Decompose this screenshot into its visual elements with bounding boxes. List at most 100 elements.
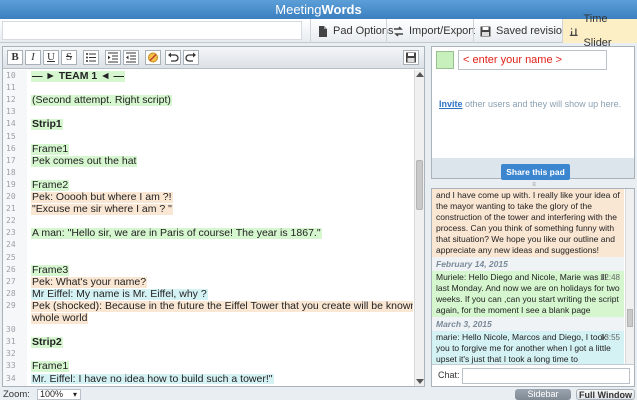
time-slider-button[interactable]: Time Slider (562, 13, 637, 49)
editor-line: 24 (3, 240, 413, 251)
scroll-up-icon[interactable] (416, 72, 424, 77)
chat-scroll-thumb[interactable] (627, 309, 633, 327)
strikethrough-button[interactable]: S (61, 50, 77, 65)
chat-resize-grip[interactable]: ≡ (432, 182, 636, 188)
indent-icon (108, 52, 118, 63)
line-text: Frame1 (31, 360, 70, 373)
chat-date-header: March 3, 2015 (432, 317, 624, 331)
outdent-icon (126, 52, 136, 63)
pad-title-field[interactable] (2, 21, 302, 40)
user-color-swatch[interactable] (436, 51, 454, 69)
line-number: 15 (6, 131, 16, 141)
chat-panel: ≡ and I have come up with. I really like… (431, 182, 635, 387)
bullet-list-button[interactable] (83, 50, 99, 65)
line-text: Strip2 (31, 336, 63, 349)
swap-arrows-icon (394, 25, 403, 37)
chat-timestamp: 12:48 (599, 273, 620, 282)
full-window-button[interactable]: Full Window (576, 389, 635, 400)
line-number: 28 (6, 288, 16, 298)
line-number: 20 (6, 192, 16, 201)
import-export-button[interactable]: Import/Export (386, 19, 481, 43)
clear-authorship-icon (148, 52, 158, 63)
editor-line: 22 (3, 216, 413, 227)
line-number: 30 (6, 325, 16, 335)
bullet-list-icon (86, 53, 96, 62)
editor-line: 34 Mr. Eiffel: I have no idea how to buil… (3, 373, 413, 385)
pad-options-label: Pad Options (333, 25, 394, 37)
line-text: Pek comes out the hat (31, 154, 138, 167)
line-text: Frame3 (31, 263, 70, 276)
pad-editor: B I U S 10 — ► TEAM 1 ◄ — 11 12 (Second atte… (2, 46, 425, 387)
app-title-part2: Words (321, 2, 362, 17)
line-number: 17 (6, 155, 16, 165)
italic-button[interactable]: I (25, 50, 41, 65)
undo-button[interactable] (165, 50, 181, 65)
sidebar-button[interactable]: Sidebar (515, 389, 571, 400)
editor-text-area[interactable]: 10 — ► TEAM 1 ◄ — 11 12 (Second attempt. Rig… (3, 70, 413, 386)
bold-button[interactable]: B (7, 50, 23, 65)
save-revision-button[interactable] (403, 50, 419, 65)
editor-line: 14 Strip1 (3, 119, 413, 131)
editor-scrollbar[interactable] (414, 70, 424, 386)
scroll-down-icon[interactable] (416, 379, 424, 384)
clear-authorship-button[interactable] (145, 50, 161, 65)
editor-line: 27 Pek: What's your name? (3, 275, 413, 288)
line-number: 14 (6, 119, 16, 129)
chat-label: Chat: (438, 370, 460, 380)
username-input[interactable]: < enter your name > (458, 50, 607, 70)
line-number: 11 (6, 83, 16, 93)
line-text: Pek: Ooooh but where I am ?! (31, 191, 173, 203)
editor-line: 13 (3, 107, 413, 118)
line-text: Pek: What's your name? (31, 275, 148, 288)
editor-line: 23 A man: "Hello sir, we are in Paris of… (3, 228, 413, 240)
outdent-button[interactable] (123, 50, 139, 65)
line-number: 21 (6, 204, 16, 214)
editor-line: 28 Mr Eiffel: My name is Mr. Eiffel, why … (3, 287, 413, 300)
invite-text: Invite other users and they will show up… (439, 99, 621, 109)
chat-date-header: February 14, 2015 (432, 257, 624, 271)
chat-message: 13:55 marie: Hello Nicole, Marcos and Die… (432, 331, 624, 364)
line-number: 24 (6, 240, 16, 250)
document-icon (319, 25, 327, 37)
invite-link[interactable]: Invite (439, 99, 463, 109)
line-text: whole world (31, 312, 89, 324)
app-title-part1: Meeting (275, 2, 322, 17)
line-number: 10 (6, 71, 16, 80)
editor-line: 11 (3, 83, 413, 94)
app-title-bar: MeetingWords (0, 0, 637, 19)
editor-line: 15 (3, 132, 413, 143)
line-text: Frame1 (31, 142, 70, 155)
line-text: Mr Eiffel: My name is Mr. Eiffel, why ? (31, 287, 208, 300)
editor-line: 26 Frame3 (3, 263, 413, 276)
save-disk-icon (406, 52, 416, 63)
line-text: Pek (shocked): Because in the future the… (31, 300, 413, 312)
chat-scrollbar[interactable] (625, 189, 634, 364)
chat-message-text: Muriele: Hello Diego and Nicole, Marie w… (436, 272, 620, 315)
chat-log: and I have come up with. I really like y… (432, 189, 624, 364)
zoom-label: Zoom: (3, 389, 30, 400)
editor-line: 10 — ► TEAM 1 ◄ — (3, 71, 413, 82)
editor-line: 29 Pek (shocked): Because in the future t… (3, 300, 413, 312)
editor-line: 17 Pek comes out the hat (3, 154, 413, 167)
editor-scroll-thumb[interactable] (416, 160, 423, 210)
line-number: 19 (6, 179, 16, 189)
editor-line: 25 (3, 253, 413, 264)
zoom-select[interactable]: 100% (37, 389, 81, 400)
line-text: — ► TEAM 1 ◄ — (31, 70, 125, 82)
share-pad-button[interactable]: Share this pad (501, 164, 570, 180)
underline-button[interactable]: U (43, 50, 59, 65)
save-disk-icon (480, 26, 491, 36)
line-number: 18 (6, 167, 16, 177)
chat-timestamp: 13:55 (599, 333, 620, 342)
invite-description: other users and they will show up here. (462, 99, 622, 109)
indent-button[interactable] (105, 50, 121, 65)
redo-button[interactable] (183, 50, 199, 65)
chat-input[interactable] (462, 368, 630, 384)
editor-line: 31 Strip2 (3, 336, 413, 349)
editor-line: 33 Frame1 (3, 360, 413, 373)
chat-message: and I have come up with. I really like y… (432, 189, 624, 257)
editor-line: 30 (3, 325, 413, 336)
editor-line: 12 (Second attempt. Right script) (3, 95, 413, 107)
line-number: 16 (6, 143, 16, 153)
line-number: 12 (6, 95, 16, 105)
